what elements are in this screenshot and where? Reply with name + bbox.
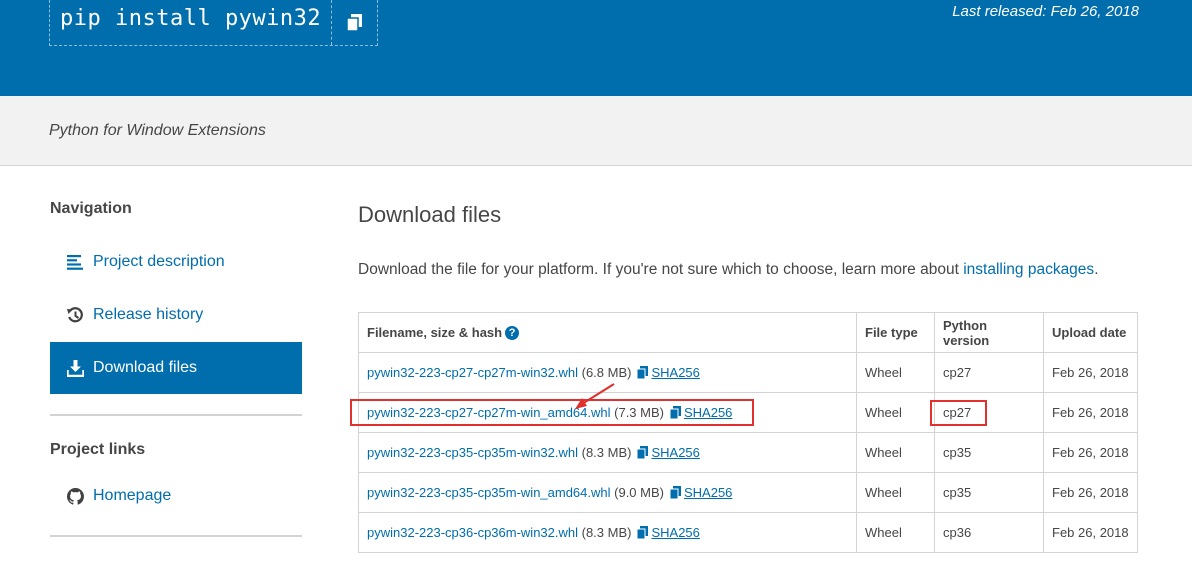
nav-download-files[interactable]: Download files — [50, 342, 302, 394]
table-row: pywin32-223-cp35-cp35m-win32.whl (8.3 MB… — [358, 432, 1138, 473]
github-icon — [66, 487, 84, 505]
upload-date-cell: Feb 26, 2018 — [1043, 472, 1138, 513]
file-size: (8.3 MB) — [581, 525, 632, 540]
file-download-link[interactable]: pywin32-223-cp27-cp27m-win32.whl — [367, 365, 578, 380]
copy-icon — [347, 14, 363, 31]
copy-icon — [669, 486, 681, 500]
pip-command[interactable]: pip install pywin32 — [50, 0, 331, 45]
sha256-copy-button[interactable]: SHA256 — [636, 525, 700, 540]
sha256-label: SHA256 — [683, 485, 733, 500]
header-banner: pip install pywin32 Last released: Feb 2… — [0, 0, 1192, 96]
file-type-cell: Wheel — [856, 392, 935, 433]
list-icon — [66, 253, 84, 271]
copy-icon — [636, 526, 649, 540]
sha256-label: SHA256 — [683, 405, 733, 420]
navigation-heading: Navigation — [50, 200, 132, 217]
python-version-cell: cp27 — [934, 352, 1044, 393]
col-upload-date: Upload date — [1043, 312, 1138, 353]
pip-command-box: pip install pywin32 — [49, 0, 379, 46]
copy-button[interactable] — [331, 0, 377, 45]
sha256-copy-button[interactable]: SHA256 — [669, 485, 733, 500]
python-version-cell: cp36 — [934, 512, 1044, 553]
sha256-label: SHA256 — [651, 525, 700, 540]
file-type-cell: Wheel — [856, 512, 935, 553]
link-homepage[interactable]: Homepage — [50, 470, 302, 522]
copy-icon — [636, 446, 649, 460]
col-python-version: Python version — [934, 312, 1044, 353]
sha256-label: SHA256 — [651, 365, 700, 380]
filename-cell: pywin32-223-cp35-cp35m-win32.whl (8.3 MB… — [358, 432, 857, 473]
col-file-type: File type — [856, 312, 935, 353]
table-header-row: Filename, size & hash? File type Python … — [358, 312, 1138, 353]
file-size: (8.3 MB) — [581, 445, 632, 460]
file-size: (7.3 MB) — [614, 405, 664, 420]
copy-icon — [669, 406, 681, 420]
table-row: pywin32-223-cp36-cp36m-win32.whl (8.3 MB… — [358, 512, 1138, 553]
file-download-link[interactable]: pywin32-223-cp35-cp35m-win_amd64.whl — [367, 485, 611, 500]
python-version-cell: cp35 — [934, 472, 1044, 513]
history-icon — [66, 306, 84, 324]
page-title: Download files — [358, 202, 502, 227]
table-row: pywin32-223-cp27-cp27m-win32.whl (6.8 MB… — [358, 352, 1138, 393]
sidebar-divider — [50, 535, 302, 537]
table-row: pywin32-223-cp27-cp27m-win_amd64.whl (7.… — [358, 392, 1138, 433]
table-row: pywin32-223-cp35-cp35m-win_amd64.whl (9.… — [358, 472, 1138, 513]
help-icon[interactable]: ? — [505, 326, 520, 340]
project-summary: Python for Window Extensions — [49, 122, 266, 139]
sidebar-divider — [50, 414, 302, 416]
sha256-copy-button[interactable]: SHA256 — [669, 405, 733, 420]
col-filename: Filename, size & hash? — [358, 312, 857, 353]
file-type-cell: Wheel — [856, 472, 935, 513]
upload-date-cell: Feb 26, 2018 — [1043, 432, 1138, 473]
upload-date-cell: Feb 26, 2018 — [1043, 352, 1138, 393]
nav-release-history[interactable]: Release history — [50, 289, 302, 341]
nav-label: Download files — [93, 359, 198, 376]
sha256-label: SHA256 — [651, 445, 700, 460]
annotation-arrow-icon — [575, 383, 615, 409]
link-label: Homepage — [93, 487, 172, 504]
filename-cell: pywin32-223-cp36-cp36m-win32.whl (8.3 MB… — [358, 512, 857, 553]
download-intro: Download the file for your platform. If … — [358, 261, 1099, 278]
upload-date-cell: Feb 26, 2018 — [1043, 512, 1138, 553]
last-released: Last released: Feb 26, 2018 — [952, 3, 1139, 20]
project-links-heading: Project links — [50, 441, 146, 458]
file-type-cell: Wheel — [856, 432, 935, 473]
files-table: Filename, size & hash? File type Python … — [358, 312, 1138, 553]
copy-icon — [636, 366, 649, 380]
nav-label: Release history — [93, 306, 204, 323]
nav-project-description[interactable]: Project description — [50, 236, 302, 288]
file-type-cell: Wheel — [856, 352, 935, 393]
download-icon — [66, 359, 84, 377]
installing-packages-link[interactable]: installing packages — [963, 261, 1094, 278]
sha256-copy-button[interactable]: SHA256 — [636, 365, 700, 380]
python-version-cell: cp27 — [934, 392, 1044, 433]
nav-label: Project description — [93, 253, 225, 270]
sha256-copy-button[interactable]: SHA256 — [636, 445, 700, 460]
file-size: (9.0 MB) — [614, 485, 664, 500]
file-download-link[interactable]: pywin32-223-cp36-cp36m-win32.whl — [367, 525, 578, 540]
filename-cell: pywin32-223-cp35-cp35m-win_amd64.whl (9.… — [358, 472, 857, 513]
file-size: (6.8 MB) — [581, 365, 632, 380]
summary-bar: Python for Window Extensions — [0, 96, 1192, 166]
python-version-cell: cp35 — [934, 432, 1044, 473]
upload-date-cell: Feb 26, 2018 — [1043, 392, 1138, 433]
file-download-link[interactable]: pywin32-223-cp35-cp35m-win32.whl — [367, 445, 578, 460]
